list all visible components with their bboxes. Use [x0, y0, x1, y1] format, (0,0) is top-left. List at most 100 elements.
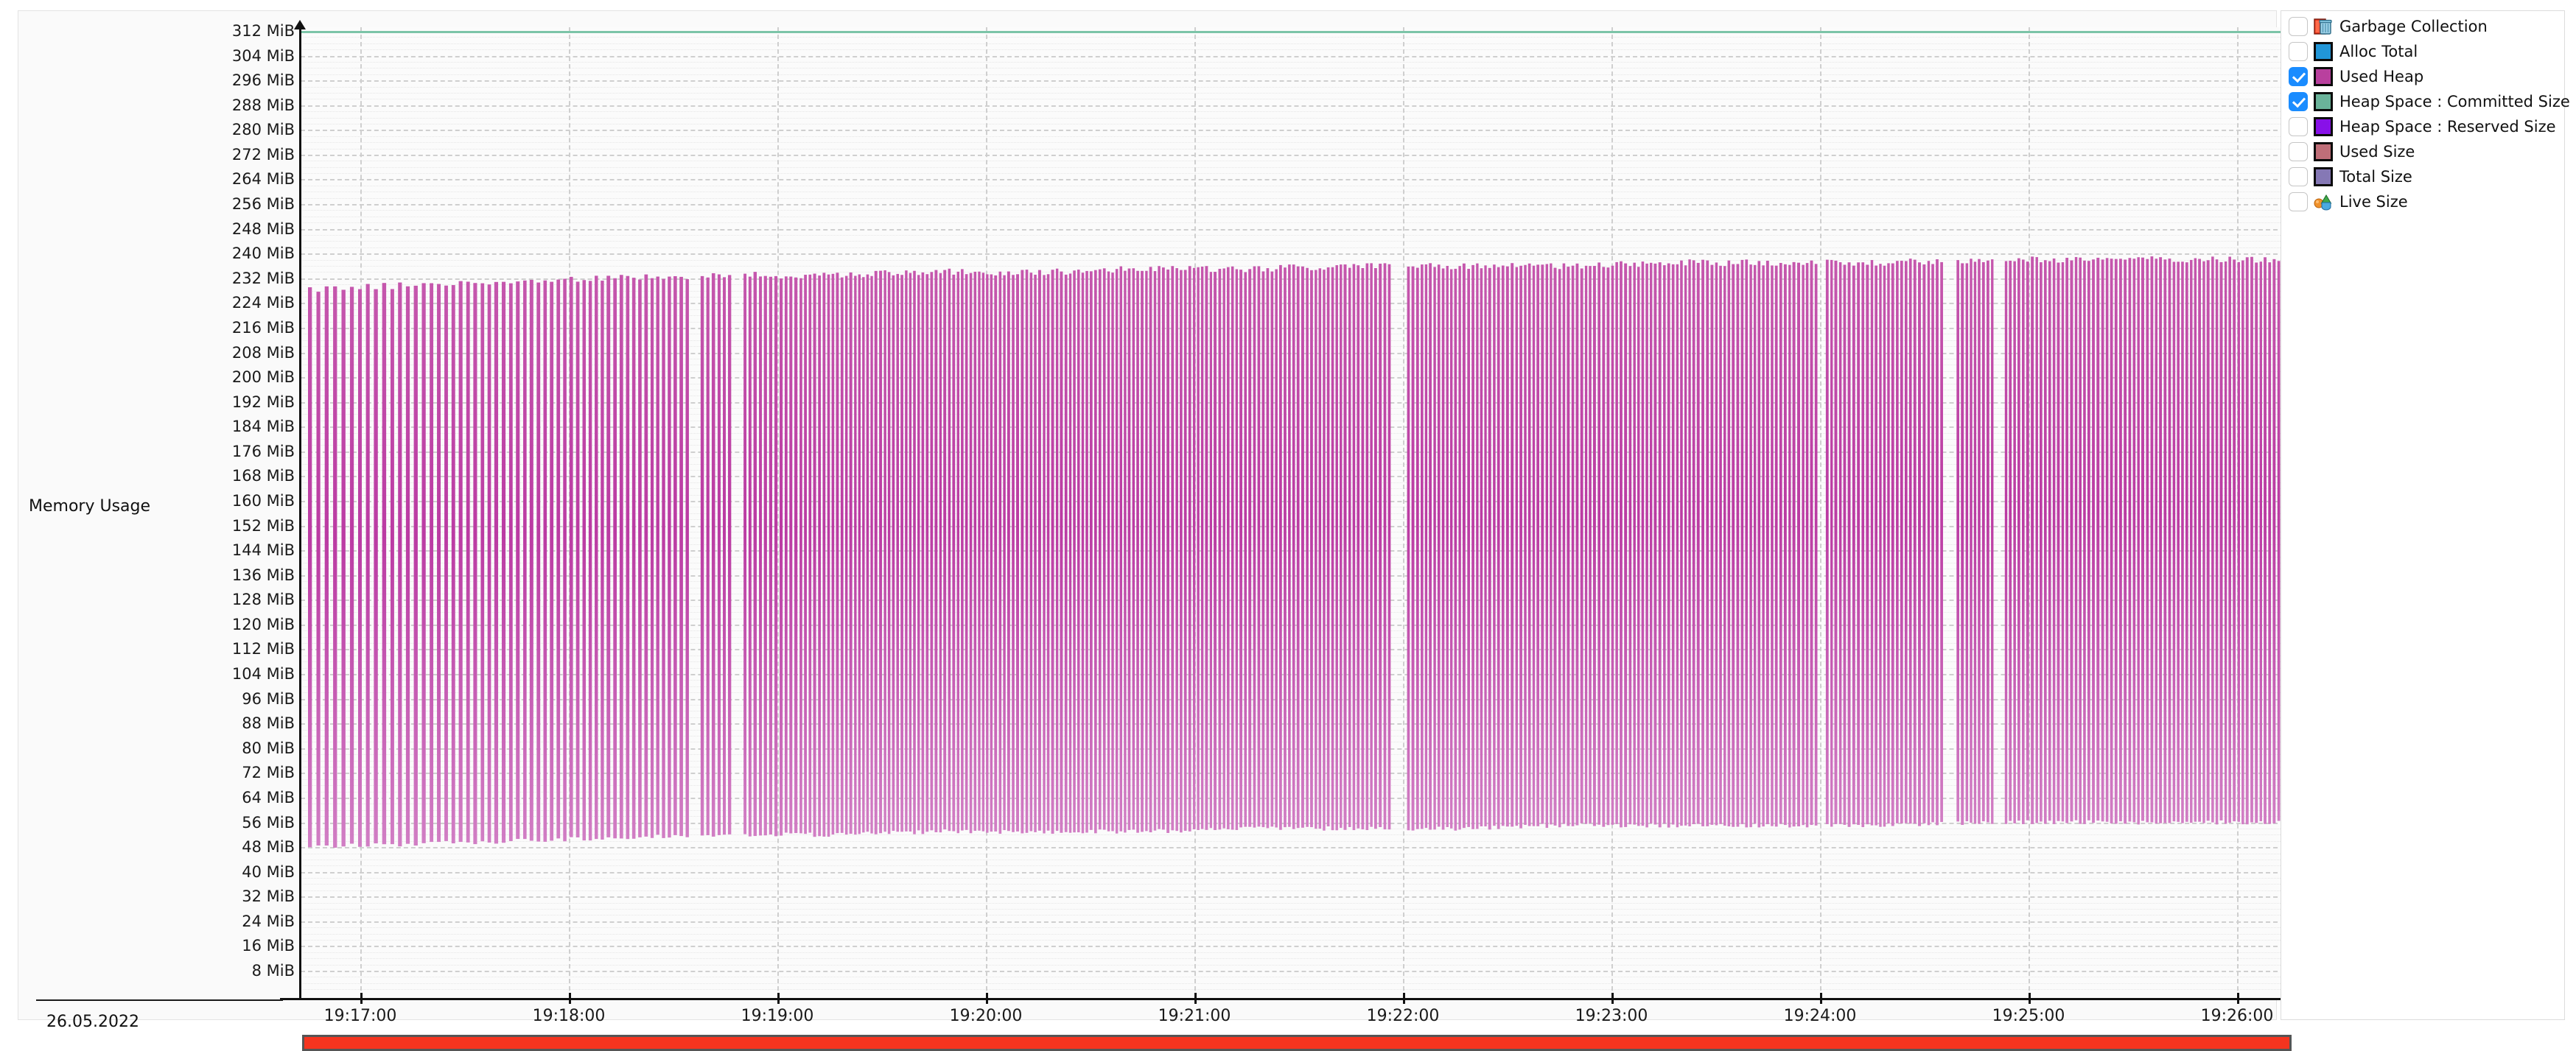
y-axis-tick-label: 104 MiB	[231, 665, 295, 683]
used-heap-bar	[374, 289, 378, 844]
y-axis-tick-label: 264 MiB	[231, 170, 295, 189]
legend-item[interactable]: Total Size	[2281, 164, 2564, 189]
x-axis-tick-label: 19:21:00	[1158, 1007, 1231, 1025]
used-heap-bar	[1497, 267, 1500, 829]
legend-item-label: Live Size	[2339, 192, 2408, 211]
used-heap-bar	[1306, 267, 1309, 827]
legend-item[interactable]: Heap Space : Reserved Size	[2281, 114, 2564, 139]
legend-item[interactable]: Live Size	[2281, 189, 2564, 214]
used-heap-bar	[952, 274, 956, 832]
used-heap-bar	[1214, 272, 1217, 830]
used-heap-bar	[685, 279, 689, 837]
legend-checkbox[interactable]	[2289, 17, 2308, 36]
used-heap-bar	[1658, 262, 1662, 828]
used-heap-bar	[405, 286, 410, 844]
legend-checkbox[interactable]	[2289, 67, 2308, 86]
used-heap-bar	[2079, 257, 2082, 824]
used-heap-bar	[896, 273, 900, 832]
used-heap-bar	[2177, 261, 2180, 822]
used-heap-bar	[536, 282, 541, 842]
used-heap-bar	[2052, 258, 2056, 824]
legend-checkbox[interactable]	[2289, 142, 2308, 161]
used-heap-bar	[2124, 259, 2127, 824]
legend-item-label: Heap Space : Reserved Size	[2339, 117, 2556, 136]
y-axis-tick-label: 200 MiB	[231, 368, 295, 387]
used-heap-bar	[2272, 259, 2276, 823]
used-heap-bar	[925, 274, 929, 832]
legend-item-label: Total Size	[2339, 167, 2412, 186]
used-heap-bar	[1454, 268, 1457, 831]
legend-checkbox[interactable]	[2289, 42, 2308, 61]
used-heap-bar	[644, 274, 648, 837]
used-heap-bar	[1370, 263, 1373, 827]
used-heap-bar	[1111, 273, 1114, 832]
used-heap-bar	[1323, 270, 1326, 831]
used-heap-bar	[831, 273, 835, 835]
used-heap-bar	[2206, 260, 2210, 821]
used-heap-bar	[494, 281, 499, 844]
y-axis-tick-label: 56 MiB	[242, 813, 295, 832]
memory-usage-telemetry-view: 312 MiB 304 MiB 296 MiB 288 MiB 280 MiB 272 M…	[0, 0, 2576, 1051]
used-heap-bar	[1814, 264, 1818, 826]
legend-item[interactable]: Used Size	[2281, 139, 2564, 164]
used-heap-bar	[1407, 266, 1410, 831]
used-heap-bar	[1352, 264, 1356, 831]
used-heap-bar	[1931, 264, 1934, 823]
used-heap-bar	[1567, 267, 1570, 826]
used-heap-bar	[2009, 261, 2012, 821]
used-heap-bar	[858, 274, 861, 834]
legend-checkbox[interactable]	[2289, 192, 2308, 211]
used-heap-bar	[2168, 259, 2171, 823]
y-axis-tick-label: 296 MiB	[231, 71, 295, 90]
used-heap-bar	[1073, 270, 1076, 833]
used-heap-bar	[357, 289, 363, 847]
used-heap-bar	[1922, 264, 1926, 823]
y-axis-tick-label: 176 MiB	[231, 442, 295, 460]
legend-color-swatch	[2314, 117, 2333, 136]
used-heap-bar	[874, 270, 878, 834]
used-heap-bar	[1913, 259, 1917, 824]
used-heap-bar	[2114, 259, 2118, 824]
used-heap-bar	[2163, 259, 2167, 823]
used-heap-bar	[1701, 259, 1704, 826]
used-heap-bar	[1710, 264, 1714, 825]
used-heap-bar	[1511, 263, 1514, 827]
legend-color-swatch	[2314, 92, 2333, 111]
legend-item[interactable]: Heap Space : Committed Size	[2281, 89, 2570, 114]
used-heap-bar	[650, 278, 654, 838]
used-heap-bar	[2061, 262, 2065, 822]
used-heap-bar	[808, 274, 812, 833]
used-heap-bar	[1624, 263, 1628, 827]
used-heap-bar	[501, 281, 506, 843]
used-heap-bar	[2119, 259, 2122, 822]
used-heap-bar	[1965, 263, 1969, 822]
used-heap-bar	[308, 287, 312, 848]
used-heap-bar	[1602, 267, 1606, 827]
legend-item[interactable]: Alloc Total	[2281, 39, 2564, 64]
y-axis-tick-label: 184 MiB	[231, 418, 295, 436]
used-heap-bar	[1978, 259, 1981, 824]
x-axis-tick-mark	[2029, 993, 2031, 1004]
used-heap-bar	[1541, 264, 1544, 824]
legend-checkbox[interactable]	[2289, 117, 2308, 136]
used-heap-bar	[1870, 260, 1874, 826]
used-heap-bar	[1288, 264, 1291, 827]
used-heap-bar	[813, 273, 816, 837]
y-axis-tick-label: 304 MiB	[231, 46, 295, 65]
used-heap-bar	[1331, 267, 1334, 831]
used-heap-bar	[1379, 264, 1382, 828]
time-range-selection-bar[interactable]	[302, 1035, 2292, 1051]
legend-checkbox[interactable]	[2289, 167, 2308, 186]
used-heap-bar	[2190, 259, 2193, 823]
legend-item[interactable]: Used Heap	[2281, 64, 2564, 89]
used-heap-bar	[2070, 260, 2073, 822]
legend-checkbox[interactable]	[2289, 92, 2308, 111]
used-heap-bar	[1736, 264, 1740, 827]
plot-area[interactable]	[301, 27, 2292, 998]
used-heap-bar	[458, 281, 463, 843]
used-heap-bar	[1094, 270, 1097, 834]
used-heap-bar	[1645, 263, 1648, 828]
legend-item[interactable]: Garbage Collection	[2281, 14, 2564, 39]
used-heap-bar	[679, 276, 683, 837]
used-heap-bar	[1852, 265, 1855, 825]
